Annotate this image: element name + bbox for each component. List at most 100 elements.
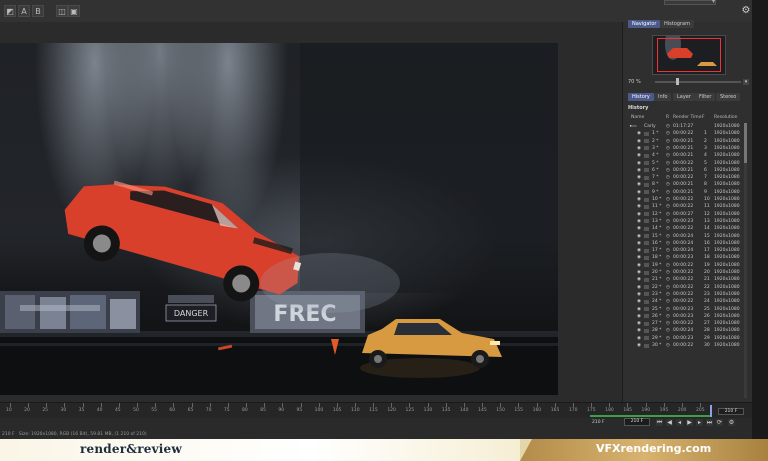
eye-icon[interactable]: ◉ [637, 313, 641, 320]
tab-histogram[interactable]: Histogram [660, 20, 694, 28]
history-row[interactable]: ◉ 18 * ◷ 00:00:23 18 1920x1080 [628, 254, 743, 261]
tab-layer[interactable]: Layer [673, 93, 695, 101]
eye-icon[interactable]: ◉ [637, 254, 641, 261]
tab-filter[interactable]: Filter [695, 93, 716, 101]
history-row[interactable]: ◉ 7 * ◷ 00:00:22 7 1920x1080 [628, 174, 743, 181]
history-row[interactable]: ◉ 24 * ◷ 00:00:22 24 1920x1080 [628, 298, 743, 305]
eye-icon[interactable]: ◉ [637, 152, 641, 159]
history-row[interactable]: ◉ 14 * ◷ 00:00:22 14 1920x1080 [628, 225, 743, 232]
tab-navigator[interactable]: Navigator [628, 20, 661, 28]
eye-icon[interactable]: ◉ [637, 167, 641, 174]
history-root-row[interactable]: ▸▭ Carly ◷ 01:17:27 1920x1080 [628, 123, 743, 130]
render-frame[interactable]: DANGER FREC [0, 43, 558, 395]
eye-icon[interactable]: ◉ [637, 247, 641, 254]
history-row[interactable]: ◉ 29 * ◷ 00:00:23 29 1920x1080 [628, 335, 743, 342]
prev-frame-icon[interactable]: ◀ [666, 419, 673, 426]
play-icon[interactable]: ▶ [686, 419, 693, 426]
last-frame-icon[interactable]: ⏭ [706, 419, 713, 426]
eye-icon[interactable]: ◉ [637, 203, 641, 210]
history-row[interactable]: ◉ 2 * ◷ 00:00:21 2 1920x1080 [628, 138, 743, 145]
history-row[interactable]: ◉ 12 * ◷ 00:00:27 12 1920x1080 [628, 211, 743, 218]
playhead[interactable] [710, 405, 712, 417]
eye-icon[interactable]: ◉ [637, 145, 641, 152]
split-icon[interactable]: ▣ [68, 5, 80, 17]
history-row[interactable]: ◉ 30 * ◷ 00:00:22 30 1920x1080 [628, 342, 743, 349]
display-mode-icon[interactable]: ◩ [4, 5, 16, 17]
eye-icon[interactable]: ◉ [637, 130, 641, 137]
history-row[interactable]: ◉ 23 * ◷ 00:00:22 23 1920x1080 [628, 291, 743, 298]
zoom-slider-handle[interactable] [676, 78, 679, 85]
image-viewport[interactable]: DANGER FREC [0, 22, 622, 402]
tab-info[interactable]: Info [654, 93, 672, 101]
history-row[interactable]: ◉ 11 * ◷ 00:00:22 11 1920x1080 [628, 203, 743, 210]
eye-icon[interactable]: ◉ [637, 174, 641, 181]
navigator-thumbnail[interactable] [652, 35, 726, 75]
history-row[interactable]: ◉ 13 * ◷ 00:00:23 13 1920x1080 [628, 218, 743, 225]
history-row[interactable]: ◉ 10 * ◷ 00:00:22 10 1920x1080 [628, 196, 743, 203]
history-row[interactable]: ◉ 25 * ◷ 00:00:23 25 1920x1080 [628, 306, 743, 313]
format-dropdown[interactable] [664, 0, 716, 5]
eye-icon[interactable]: ◉ [637, 298, 641, 305]
navigator-view-box[interactable] [657, 38, 721, 72]
col-f[interactable]: F [702, 115, 705, 120]
settings-small-icon[interactable]: ⚙ [728, 419, 735, 426]
eye-icon[interactable]: ◉ [637, 225, 641, 232]
step-back-icon[interactable]: ◂ [676, 419, 683, 426]
col-r[interactable]: R [666, 115, 669, 120]
history-scrollbar-thumb[interactable] [744, 123, 747, 163]
zoom-slider[interactable] [655, 81, 741, 83]
eye-icon[interactable]: ◉ [637, 320, 641, 327]
eye-icon[interactable]: ◉ [637, 262, 641, 269]
history-list[interactable]: ▸▭ Carly ◷ 01:17:27 1920x1080 ◉ 1 * ◷ 00:00… [628, 123, 743, 398]
history-row[interactable]: ◉ 6 * ◷ 00:00:21 6 1920x1080 [628, 167, 743, 174]
eye-icon[interactable]: ◉ [637, 189, 641, 196]
eye-icon[interactable]: ◉ [637, 211, 641, 218]
history-row[interactable]: ◉ 5 * ◷ 00:00:22 5 1920x1080 [628, 160, 743, 167]
eye-icon[interactable]: ◉ [637, 218, 641, 225]
channel-b-button[interactable]: B [32, 5, 44, 17]
render-range-bar[interactable] [590, 415, 712, 417]
tab-history[interactable]: History [628, 93, 654, 101]
loop-icon[interactable]: ⟳ [716, 419, 723, 426]
eye-icon[interactable]: ◉ [637, 196, 641, 203]
eye-icon[interactable]: ◉ [637, 327, 641, 334]
compare-icon[interactable]: ◫ [56, 5, 68, 17]
history-row[interactable]: ◉ 9 * ◷ 00:00:21 9 1920x1080 [628, 189, 743, 196]
history-row[interactable]: ◉ 8 * ◷ 00:00:21 8 1920x1080 [628, 181, 743, 188]
history-row[interactable]: ◉ 16 * ◷ 00:00:24 16 1920x1080 [628, 240, 743, 247]
eye-icon[interactable]: ◉ [637, 240, 641, 247]
history-row[interactable]: ◉ 27 * ◷ 00:00:22 27 1920x1080 [628, 320, 743, 327]
next-frame-icon[interactable]: ▸ [696, 419, 703, 426]
history-row[interactable]: ◉ 1 * ◷ 00:00:22 1 1920x1080 [628, 130, 743, 137]
eye-icon[interactable]: ◉ [637, 160, 641, 167]
history-row[interactable]: ◉ 21 * ◷ 00:00:22 21 1920x1080 [628, 276, 743, 283]
eye-icon[interactable]: ◉ [637, 181, 641, 188]
eye-icon[interactable]: ◉ [637, 233, 641, 240]
eye-icon[interactable]: ◉ [637, 306, 641, 313]
gear-icon[interactable]: ⚙ [740, 5, 752, 17]
chevron-down-icon[interactable]: ▾ [712, 0, 715, 5]
col-resolution[interactable]: Resolution [714, 115, 738, 120]
history-row[interactable]: ◉ 22 * ◷ 00:00:22 22 1920x1080 [628, 284, 743, 291]
eye-icon[interactable]: ◉ [637, 138, 641, 145]
history-row[interactable]: ◉ 4 * ◷ 00:00:21 4 1920x1080 [628, 152, 743, 159]
col-name[interactable]: Name [631, 115, 644, 120]
col-render-time[interactable]: Render Time [673, 115, 701, 120]
eye-icon[interactable]: ◉ [637, 291, 641, 298]
history-row[interactable]: ◉ 15 * ◷ 00:00:24 15 1920x1080 [628, 233, 743, 240]
tab-stereo[interactable]: Stereo [716, 93, 741, 101]
history-row[interactable]: ◉ 3 * ◷ 00:00:21 3 1920x1080 [628, 145, 743, 152]
eye-icon[interactable]: ◉ [637, 335, 641, 342]
timeline[interactable]: 10 20 25 30 35 40 45 50 55 60 65 70 75 80 85 90 95 100 105… [0, 402, 752, 419]
current-frame-field[interactable]: 210 F [718, 408, 744, 415]
history-row[interactable]: ◉ 19 * ◷ 00:00:22 19 1920x1080 [628, 262, 743, 269]
eye-icon[interactable]: ◉ [637, 269, 641, 276]
first-frame-icon[interactable]: ⏮ [656, 419, 663, 426]
zoom-menu-icon[interactable]: ▾ [743, 79, 749, 85]
history-row[interactable]: ◉ 26 * ◷ 00:00:23 26 1920x1080 [628, 313, 743, 320]
eye-icon[interactable]: ◉ [637, 342, 641, 349]
channel-a-button[interactable]: A [18, 5, 30, 17]
eye-icon[interactable]: ◉ [637, 276, 641, 283]
history-scrollbar[interactable] [744, 123, 747, 398]
history-row[interactable]: ◉ 17 * ◷ 00:00:24 17 1920x1080 [628, 247, 743, 254]
